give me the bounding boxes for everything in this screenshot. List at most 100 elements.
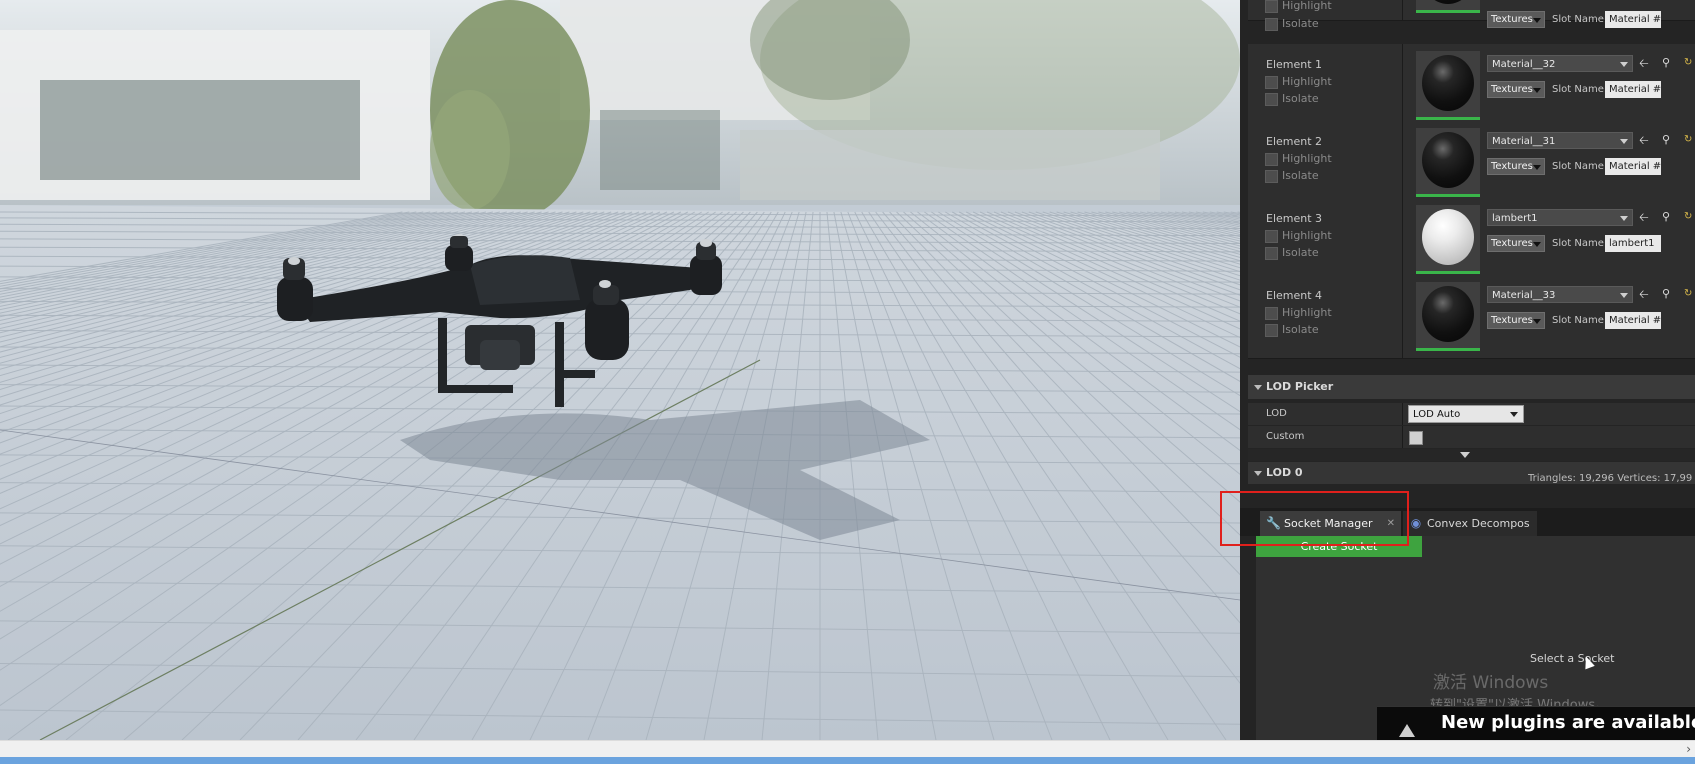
textures-dropdown[interactable]: Textures xyxy=(1487,11,1545,28)
search-icon[interactable]: ⚲ xyxy=(1662,134,1674,146)
isolate-option[interactable]: Isolate xyxy=(1265,169,1319,183)
lod-picker-header[interactable]: LOD Picker xyxy=(1248,375,1695,399)
plugins-notification[interactable]: New plugins are available xyxy=(1377,706,1695,740)
element-label: Element 2 xyxy=(1266,135,1323,148)
isolate-option[interactable]: Isolate xyxy=(1265,323,1319,337)
slot-name-field[interactable]: Material # xyxy=(1605,158,1661,175)
textures-dropdown[interactable]: Textures xyxy=(1487,81,1545,98)
isolate-checkbox[interactable] xyxy=(1265,246,1278,260)
slot-name-field[interactable]: Material # xyxy=(1605,11,1661,28)
collapse-arrow-icon xyxy=(1254,384,1262,390)
textures-dropdown[interactable]: Textures xyxy=(1487,158,1545,175)
reset-icon[interactable]: ↻ xyxy=(1684,288,1694,300)
globe-icon: ◉ xyxy=(1410,516,1422,530)
material-thumbnail[interactable] xyxy=(1416,282,1480,351)
lod-dropdown[interactable]: LOD Auto xyxy=(1408,405,1524,423)
textures-dropdown[interactable]: Textures xyxy=(1487,312,1545,329)
reset-icon[interactable]: ↻ xyxy=(1684,211,1694,223)
slot-name-field[interactable]: lambert1 xyxy=(1605,235,1661,252)
material-sphere xyxy=(1422,55,1474,111)
taskbar-strip xyxy=(0,757,1695,764)
collapse-arrow-icon xyxy=(1254,470,1262,476)
chevron-down-icon xyxy=(1533,319,1541,324)
material-row-4: Element 4 Highlight Isolate Material__33… xyxy=(1248,275,1695,359)
highlight-checkbox[interactable] xyxy=(1265,306,1278,320)
custom-checkbox[interactable] xyxy=(1409,431,1423,445)
tab-convex-decomposition[interactable]: ◉ Convex Decompos xyxy=(1403,511,1537,536)
element-label: Element 1 xyxy=(1266,58,1323,71)
chevron-down-icon xyxy=(1620,139,1628,144)
element-label: Element 3 xyxy=(1266,212,1323,225)
details-panel: Highlight Isolate Textures Slot Name Mat… xyxy=(1240,0,1695,740)
highlight-option[interactable]: Highlight xyxy=(1265,152,1332,166)
material-row-2: Element 2 Highlight Isolate Material__31… xyxy=(1248,121,1695,205)
element-label: Element 4 xyxy=(1266,289,1323,302)
use-selected-arrow-icon[interactable]: 🡠 xyxy=(1639,211,1651,223)
expand-arrow-icon xyxy=(1460,452,1470,458)
isolate-checkbox[interactable] xyxy=(1265,169,1278,183)
material-sphere xyxy=(1422,132,1474,188)
level-viewport[interactable] xyxy=(0,0,1240,740)
isolate-checkbox[interactable] xyxy=(1265,323,1278,337)
slot-name-field[interactable]: Material # xyxy=(1605,81,1661,98)
mesh-stats: Triangles: 19,296 Vertices: 17,99 xyxy=(1528,473,1693,484)
slot-name-label: Slot Name xyxy=(1552,84,1604,95)
highlight-option[interactable]: Highlight xyxy=(1265,0,1332,13)
slot-name-label: Slot Name xyxy=(1552,238,1604,249)
search-icon[interactable]: ⚲ xyxy=(1662,211,1674,223)
material-thumbnail[interactable] xyxy=(1416,128,1480,197)
custom-row: Custom xyxy=(1248,426,1695,448)
chevron-down-icon xyxy=(1533,165,1541,170)
material-sphere xyxy=(1422,209,1474,265)
material-selector[interactable]: Material__32 xyxy=(1487,55,1633,72)
textures-dropdown[interactable]: Textures xyxy=(1487,235,1545,252)
material-selector[interactable]: lambert1 xyxy=(1487,209,1633,226)
chevron-down-icon xyxy=(1620,216,1628,221)
reset-icon[interactable]: ↻ xyxy=(1684,134,1694,146)
advanced-expander[interactable] xyxy=(1248,449,1695,461)
highlight-checkbox[interactable] xyxy=(1265,152,1278,166)
isolate-option[interactable]: Isolate xyxy=(1265,246,1319,260)
material-selector[interactable]: Material__31 xyxy=(1487,132,1633,149)
custom-label: Custom xyxy=(1266,431,1305,442)
slot-name-field[interactable]: Material # xyxy=(1605,312,1661,329)
warning-icon xyxy=(1399,724,1415,737)
highlight-checkbox[interactable] xyxy=(1265,0,1278,13)
isolate-option[interactable]: Isolate xyxy=(1265,92,1319,106)
isolate-option[interactable]: Isolate xyxy=(1265,17,1319,31)
annotation-highlight-box xyxy=(1220,491,1409,546)
material-row-1: Element 1 Highlight Isolate Material__32… xyxy=(1248,44,1695,128)
material-sphere xyxy=(1422,286,1474,342)
horizontal-scrollbar[interactable]: › xyxy=(0,740,1695,758)
isolate-checkbox[interactable] xyxy=(1265,17,1278,31)
use-selected-arrow-icon[interactable]: 🡠 xyxy=(1639,288,1651,300)
use-selected-arrow-icon[interactable]: 🡠 xyxy=(1639,57,1651,69)
chevron-down-icon xyxy=(1510,412,1518,417)
material-sphere xyxy=(1422,0,1474,4)
highlight-option[interactable]: Highlight xyxy=(1265,75,1332,89)
search-icon[interactable]: ⚲ xyxy=(1662,288,1674,300)
material-thumbnail[interactable] xyxy=(1416,205,1480,274)
material-selector[interactable]: Material__33 xyxy=(1487,286,1633,303)
slot-name-label: Slot Name xyxy=(1552,161,1604,172)
material-thumbnail[interactable] xyxy=(1416,51,1480,120)
highlight-checkbox[interactable] xyxy=(1265,229,1278,243)
material-row-0: Highlight Isolate Textures Slot Name Mat… xyxy=(1248,0,1695,31)
highlight-option[interactable]: Highlight xyxy=(1265,229,1332,243)
select-socket-message: Select a Socket xyxy=(1530,652,1615,665)
use-selected-arrow-icon[interactable]: 🡠 xyxy=(1639,134,1651,146)
activation-watermark-title: 激活 Windows xyxy=(1433,673,1549,693)
chevron-down-icon xyxy=(1620,293,1628,298)
slot-name-label: Slot Name xyxy=(1552,14,1604,25)
viewport-scene xyxy=(0,0,1240,740)
chevron-right-icon[interactable]: › xyxy=(1686,742,1691,756)
chevron-down-icon xyxy=(1533,88,1541,93)
reset-icon[interactable]: ↻ xyxy=(1684,57,1694,69)
chevron-down-icon xyxy=(1620,62,1628,67)
search-icon[interactable]: ⚲ xyxy=(1662,57,1674,69)
material-thumbnail[interactable] xyxy=(1416,0,1480,13)
highlight-option[interactable]: Highlight xyxy=(1265,306,1332,320)
material-row-3: Element 3 Highlight Isolate lambert1 🡠 ⚲… xyxy=(1248,198,1695,282)
isolate-checkbox[interactable] xyxy=(1265,92,1278,106)
highlight-checkbox[interactable] xyxy=(1265,75,1278,89)
